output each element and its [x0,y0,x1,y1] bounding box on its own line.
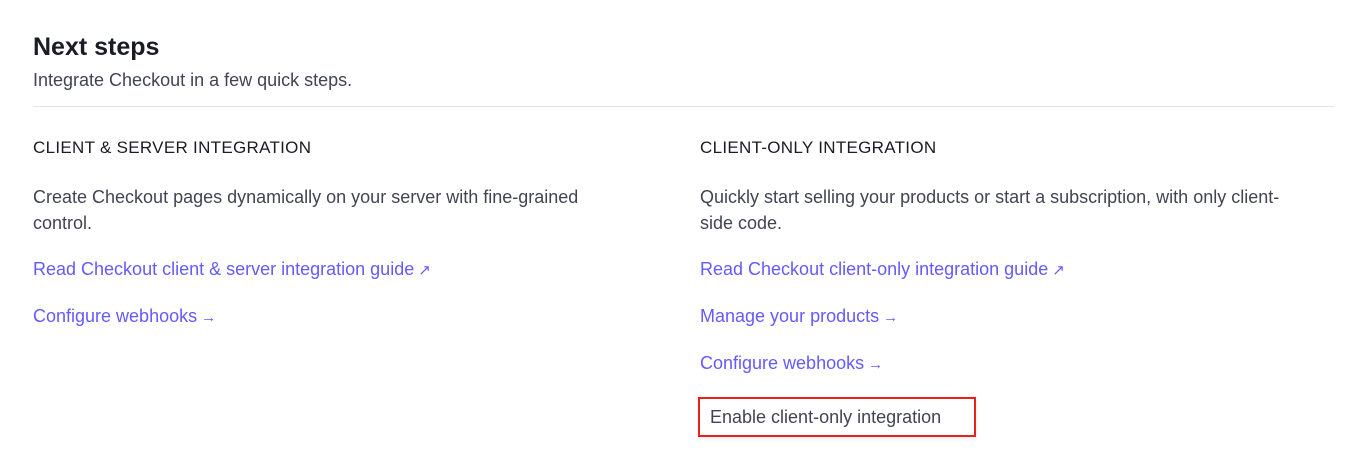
link-label: Read Checkout client-only integration gu… [700,259,1049,279]
section-heading: CLIENT-ONLY INTEGRATION [700,138,937,157]
page-title: Next steps [33,33,160,61]
external-link-icon: ↗ [418,262,431,279]
divider [33,106,1334,107]
section-description: Create Checkout pages dynamically on you… [33,187,579,233]
arrow-right-icon: → [201,309,217,326]
arrow-right-icon: → [883,309,899,326]
client-only-section: CLIENT-ONLY INTEGRATION Quickly start se… [700,138,1300,399]
read-guide-link[interactable]: Read Checkout client & server integratio… [33,258,633,305]
configure-webhooks-link[interactable]: Configure webhooks → [700,352,1300,399]
link-label: Configure webhooks [33,306,198,326]
page-subtitle: Integrate Checkout in a few quick steps. [33,70,353,90]
section-description: Quickly start selling your products or s… [700,187,1280,233]
client-server-section: CLIENT & SERVER INTEGRATION Create Check… [33,138,633,352]
configure-webhooks-link[interactable]: Configure webhooks → [33,305,633,352]
link-label: Read Checkout client & server integratio… [33,259,415,279]
manage-products-link[interactable]: Manage your products → [700,305,1300,352]
read-guide-link[interactable]: Read Checkout client-only integration gu… [700,258,1300,305]
arrow-right-icon: → [868,356,884,373]
link-label: Manage your products [700,306,880,326]
external-link-icon: ↗ [1052,262,1065,279]
enable-client-only-button[interactable]: Enable client-only integration [698,397,976,437]
section-heading: CLIENT & SERVER INTEGRATION [33,138,312,157]
link-label: Configure webhooks [700,353,865,373]
